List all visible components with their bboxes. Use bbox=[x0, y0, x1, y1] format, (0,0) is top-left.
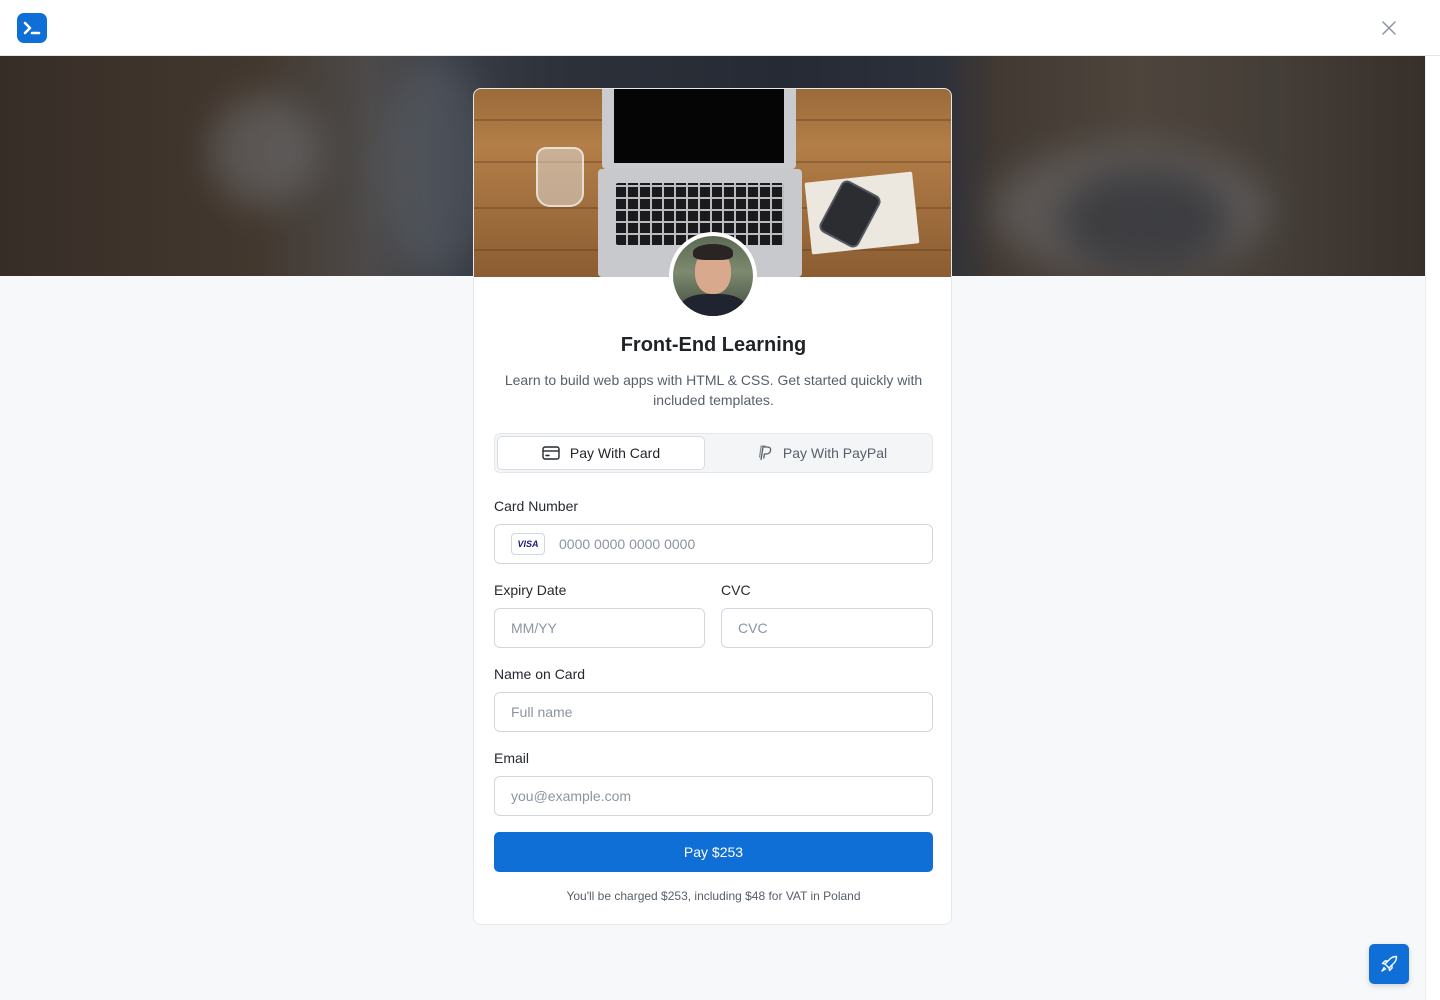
email-input[interactable] bbox=[511, 788, 932, 804]
avatar bbox=[669, 232, 757, 320]
tab-pay-with-paypal[interactable]: Pay With PayPal bbox=[717, 436, 927, 470]
credit-card-icon bbox=[542, 446, 560, 460]
tab-pay-with-card-label: Pay With Card bbox=[569, 445, 661, 461]
name-on-card-field[interactable] bbox=[494, 692, 933, 732]
checkout-card: Front-End Learning Learn to build web ap… bbox=[473, 88, 952, 925]
card-number-field[interactable]: VISA bbox=[494, 524, 933, 564]
paypal-icon bbox=[758, 445, 772, 461]
expiry-date-field[interactable] bbox=[494, 608, 705, 648]
email-label: Email bbox=[494, 750, 530, 766]
course-title: Front-End Learning bbox=[620, 334, 807, 356]
course-description: Learn to build web apps with HTML & CSS.… bbox=[504, 372, 923, 408]
name-on-card-label: Name on Card bbox=[494, 666, 586, 682]
rocket-icon bbox=[1381, 955, 1398, 972]
pay-button[interactable]: Pay $253 bbox=[494, 832, 933, 872]
glass-image bbox=[536, 147, 584, 207]
close-icon bbox=[1382, 21, 1396, 35]
email-field[interactable] bbox=[494, 776, 933, 816]
card-number-label: Card Number bbox=[494, 498, 579, 514]
app-logo[interactable] bbox=[17, 13, 47, 43]
charge-note: You'll be charged $253, including $48 fo… bbox=[566, 889, 861, 903]
card-number-input[interactable] bbox=[559, 536, 932, 552]
name-on-card-input[interactable] bbox=[511, 704, 932, 720]
tab-pay-with-paypal-label: Pay With PayPal bbox=[782, 445, 888, 461]
expiry-date-input[interactable] bbox=[511, 620, 704, 636]
payment-method-tabs: Pay With Card Pay With PayPal bbox=[494, 433, 933, 473]
close-button[interactable] bbox=[1378, 17, 1400, 39]
tab-pay-with-card[interactable]: Pay With Card bbox=[497, 436, 705, 470]
terminal-prompt-icon bbox=[23, 21, 41, 35]
expiry-date-label: Expiry Date bbox=[494, 582, 567, 598]
scrollbar[interactable] bbox=[1425, 56, 1440, 1000]
floating-action-button[interactable] bbox=[1369, 944, 1409, 984]
cvc-label: CVC bbox=[721, 582, 751, 598]
cvc-field[interactable] bbox=[721, 608, 933, 648]
cvc-input[interactable] bbox=[738, 620, 932, 636]
visa-icon: VISA bbox=[511, 533, 545, 555]
top-bar bbox=[0, 0, 1440, 56]
